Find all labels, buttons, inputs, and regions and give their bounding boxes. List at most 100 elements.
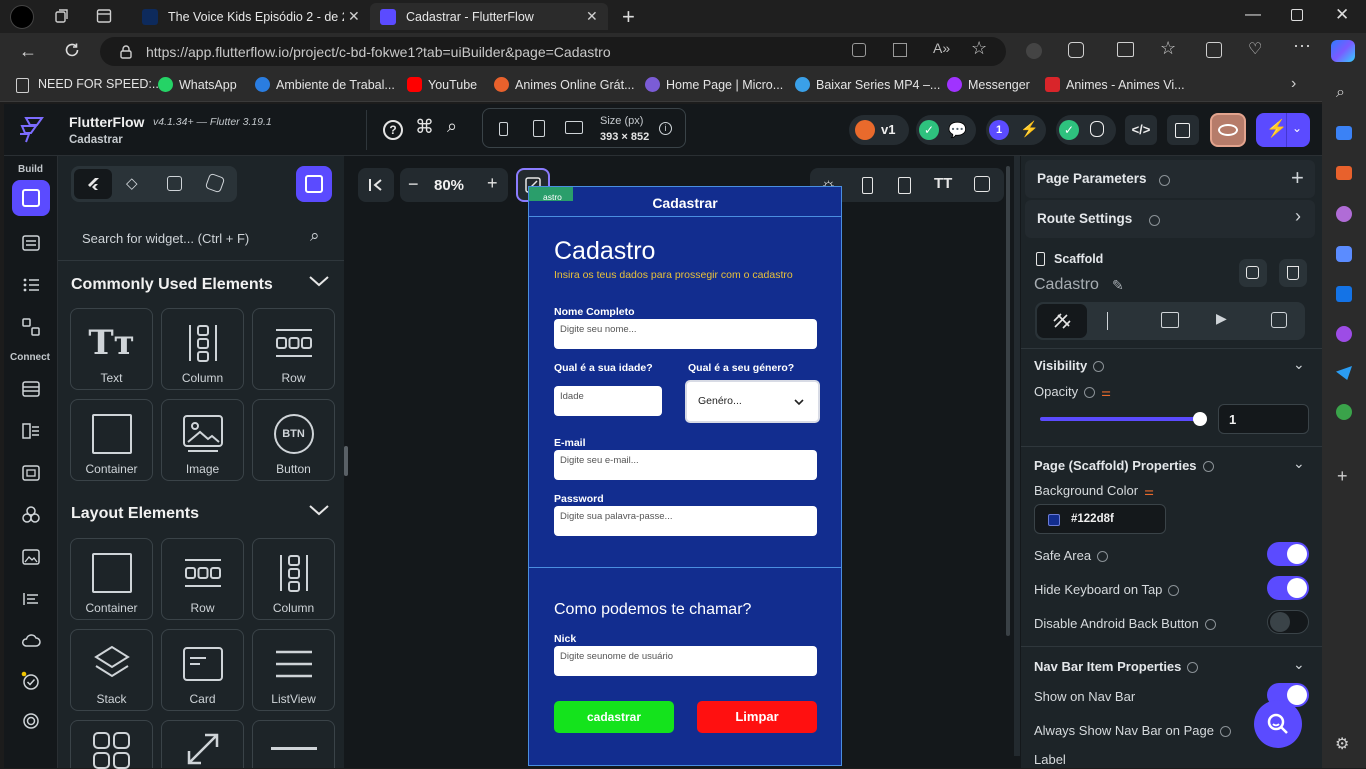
- issues-button[interactable]: 1 ⚡: [986, 115, 1046, 145]
- run-menu-button[interactable]: ⚡ ⌄: [1256, 113, 1310, 147]
- preview-eye-icon[interactable]: [1210, 113, 1246, 147]
- page-selector-icon[interactable]: [18, 272, 44, 298]
- tab-properties[interactable]: [1037, 304, 1087, 338]
- new-tab-button[interactable]: +: [622, 4, 635, 30]
- search-help-fab[interactable]: [1254, 700, 1302, 748]
- database-icon[interactable]: [18, 376, 44, 402]
- bg-color-picker[interactable]: #122d8f: [1034, 504, 1166, 534]
- close-icon[interactable]: ✕: [348, 8, 360, 25]
- tab-flutterflow[interactable]: Cadastrar - FlutterFlow ✕: [370, 3, 608, 30]
- hide-keyboard-toggle[interactable]: [1267, 576, 1309, 600]
- chevron-down-icon[interactable]: ⌄: [1293, 356, 1305, 373]
- restore-icon[interactable]: [1291, 9, 1303, 21]
- safe-area-toggle[interactable]: [1267, 542, 1309, 566]
- route-settings-row[interactable]: Route Settings ›: [1025, 200, 1315, 238]
- tab-animations-play-icon[interactable]: ▶: [1216, 310, 1227, 327]
- info-icon[interactable]: [1149, 215, 1160, 226]
- tree-icon[interactable]: [1336, 404, 1352, 420]
- duplicate-icon[interactable]: [1239, 259, 1267, 287]
- workspaces-icon[interactable]: [54, 8, 70, 24]
- read-aloud-icon[interactable]: A»: [933, 40, 950, 56]
- info-icon[interactable]: [1187, 662, 1199, 674]
- widget-card-stack[interactable]: Stack: [70, 629, 153, 711]
- device-rotate-icon[interactable]: [898, 177, 911, 194]
- phone-small-icon[interactable]: [499, 122, 508, 136]
- nick-input[interactable]: Digite seunome de usuário: [554, 646, 817, 676]
- chevron-down-icon[interactable]: ⌄: [1293, 656, 1305, 673]
- canvas-settings-icon[interactable]: [974, 176, 990, 192]
- widget-name[interactable]: Cadastro: [1034, 276, 1099, 294]
- minimize-icon[interactable]: —: [1245, 6, 1261, 24]
- password-input[interactable]: Digite sua palavra-passe...: [554, 506, 817, 536]
- tab-templates-icon[interactable]: [204, 172, 226, 194]
- widget-tree-icon[interactable]: [18, 230, 44, 256]
- info-icon[interactable]: i: [659, 122, 672, 135]
- widget-card-divider[interactable]: [252, 720, 335, 768]
- tab-components-diamond-icon[interactable]: ◇: [126, 174, 138, 192]
- zoom-out-icon[interactable]: −: [408, 174, 419, 195]
- chevron-down-icon[interactable]: [308, 274, 330, 288]
- copilot-sidebar-icon[interactable]: [1336, 246, 1352, 262]
- widget-card-column[interactable]: Column: [161, 308, 244, 390]
- split-screen-icon[interactable]: [1117, 42, 1134, 57]
- settings-fingerprint-icon[interactable]: [18, 708, 44, 734]
- widget-card-container[interactable]: Container: [70, 399, 153, 481]
- close-window-icon[interactable]: ✕: [1335, 5, 1349, 25]
- info-icon[interactable]: [1168, 585, 1180, 597]
- opacity-slider-thumb[interactable]: [1193, 412, 1207, 426]
- bookmark-item[interactable]: Ambiente de Trabal...: [255, 77, 395, 92]
- collapse-panel-button[interactable]: [358, 168, 394, 202]
- name-input[interactable]: Digite seu nome...: [554, 319, 817, 349]
- widget-card-image[interactable]: Image: [161, 399, 244, 481]
- widget-card-text[interactable]: Tт Text: [70, 308, 153, 390]
- test-button[interactable]: ✓: [1056, 115, 1116, 145]
- tab-actions-icon[interactable]: [1107, 312, 1123, 330]
- extension-icon[interactable]: [1026, 43, 1042, 59]
- bookmark-item[interactable]: WhatsApp: [158, 77, 237, 92]
- performance-heart-icon[interactable]: ♡: [1248, 39, 1262, 59]
- favorite-star-icon[interactable]: ☆: [971, 38, 987, 59]
- add-widget-button[interactable]: [296, 166, 332, 202]
- opacity-input[interactable]: 1: [1218, 404, 1309, 434]
- widget-card-row[interactable]: Row: [161, 538, 244, 620]
- widget-search-input[interactable]: Search for widget... (Ctrl + F): [82, 231, 249, 246]
- image-icon[interactable]: [18, 544, 44, 570]
- widget-card-card[interactable]: Card: [161, 629, 244, 711]
- more-menu-icon[interactable]: ⋯: [1293, 36, 1311, 57]
- settings-gear-icon[interactable]: ⚙: [1335, 734, 1349, 754]
- add-parameter-icon[interactable]: +: [1291, 165, 1304, 191]
- info-icon[interactable]: [1159, 175, 1170, 186]
- media-assets-icon[interactable]: [18, 460, 44, 486]
- edit-pencil-icon[interactable]: ✎: [1112, 277, 1124, 294]
- info-icon[interactable]: [1204, 619, 1216, 631]
- chevron-right-icon[interactable]: ›: [1291, 75, 1296, 93]
- games-icon[interactable]: [1336, 206, 1352, 222]
- zoom-in-icon[interactable]: +: [487, 173, 498, 194]
- tab-custom-widgets-icon[interactable]: [167, 176, 182, 191]
- telegram-icon[interactable]: [1336, 366, 1352, 380]
- command-icon[interactable]: ⌘: [415, 116, 434, 139]
- status-button[interactable]: ✓ 💬: [916, 115, 976, 145]
- canvas-scrollbar[interactable]: [1006, 166, 1010, 636]
- delete-trash-icon[interactable]: [1279, 259, 1307, 287]
- device-portrait-icon[interactable]: [862, 177, 873, 194]
- widget-card-expand[interactable]: [161, 720, 244, 768]
- widget-card-grid[interactable]: [70, 720, 153, 769]
- text-scale-icon[interactable]: TT: [934, 175, 952, 192]
- chevron-right-icon[interactable]: ›: [1295, 206, 1301, 227]
- search-icon[interactable]: ⌕: [447, 116, 457, 137]
- chevron-down-icon[interactable]: [308, 503, 330, 517]
- notifications-blocked-icon[interactable]: [852, 43, 866, 57]
- favorites-icon[interactable]: ☆: [1160, 38, 1176, 59]
- designer-icon[interactable]: [1336, 326, 1352, 342]
- age-input[interactable]: Idade: [554, 386, 662, 416]
- shopping-icon[interactable]: [1336, 126, 1352, 140]
- reload-icon[interactable]: [63, 41, 81, 59]
- data-types-icon[interactable]: [18, 418, 44, 444]
- tab-flutter-widgets[interactable]: [74, 169, 112, 199]
- email-input[interactable]: Digite seu e-mail...: [554, 450, 817, 480]
- help-icon[interactable]: ?: [383, 120, 403, 140]
- page-parameters-row[interactable]: Page Parameters +: [1025, 160, 1315, 198]
- open-external-icon[interactable]: [1167, 115, 1199, 145]
- widget-card-listview[interactable]: ListView: [252, 629, 335, 711]
